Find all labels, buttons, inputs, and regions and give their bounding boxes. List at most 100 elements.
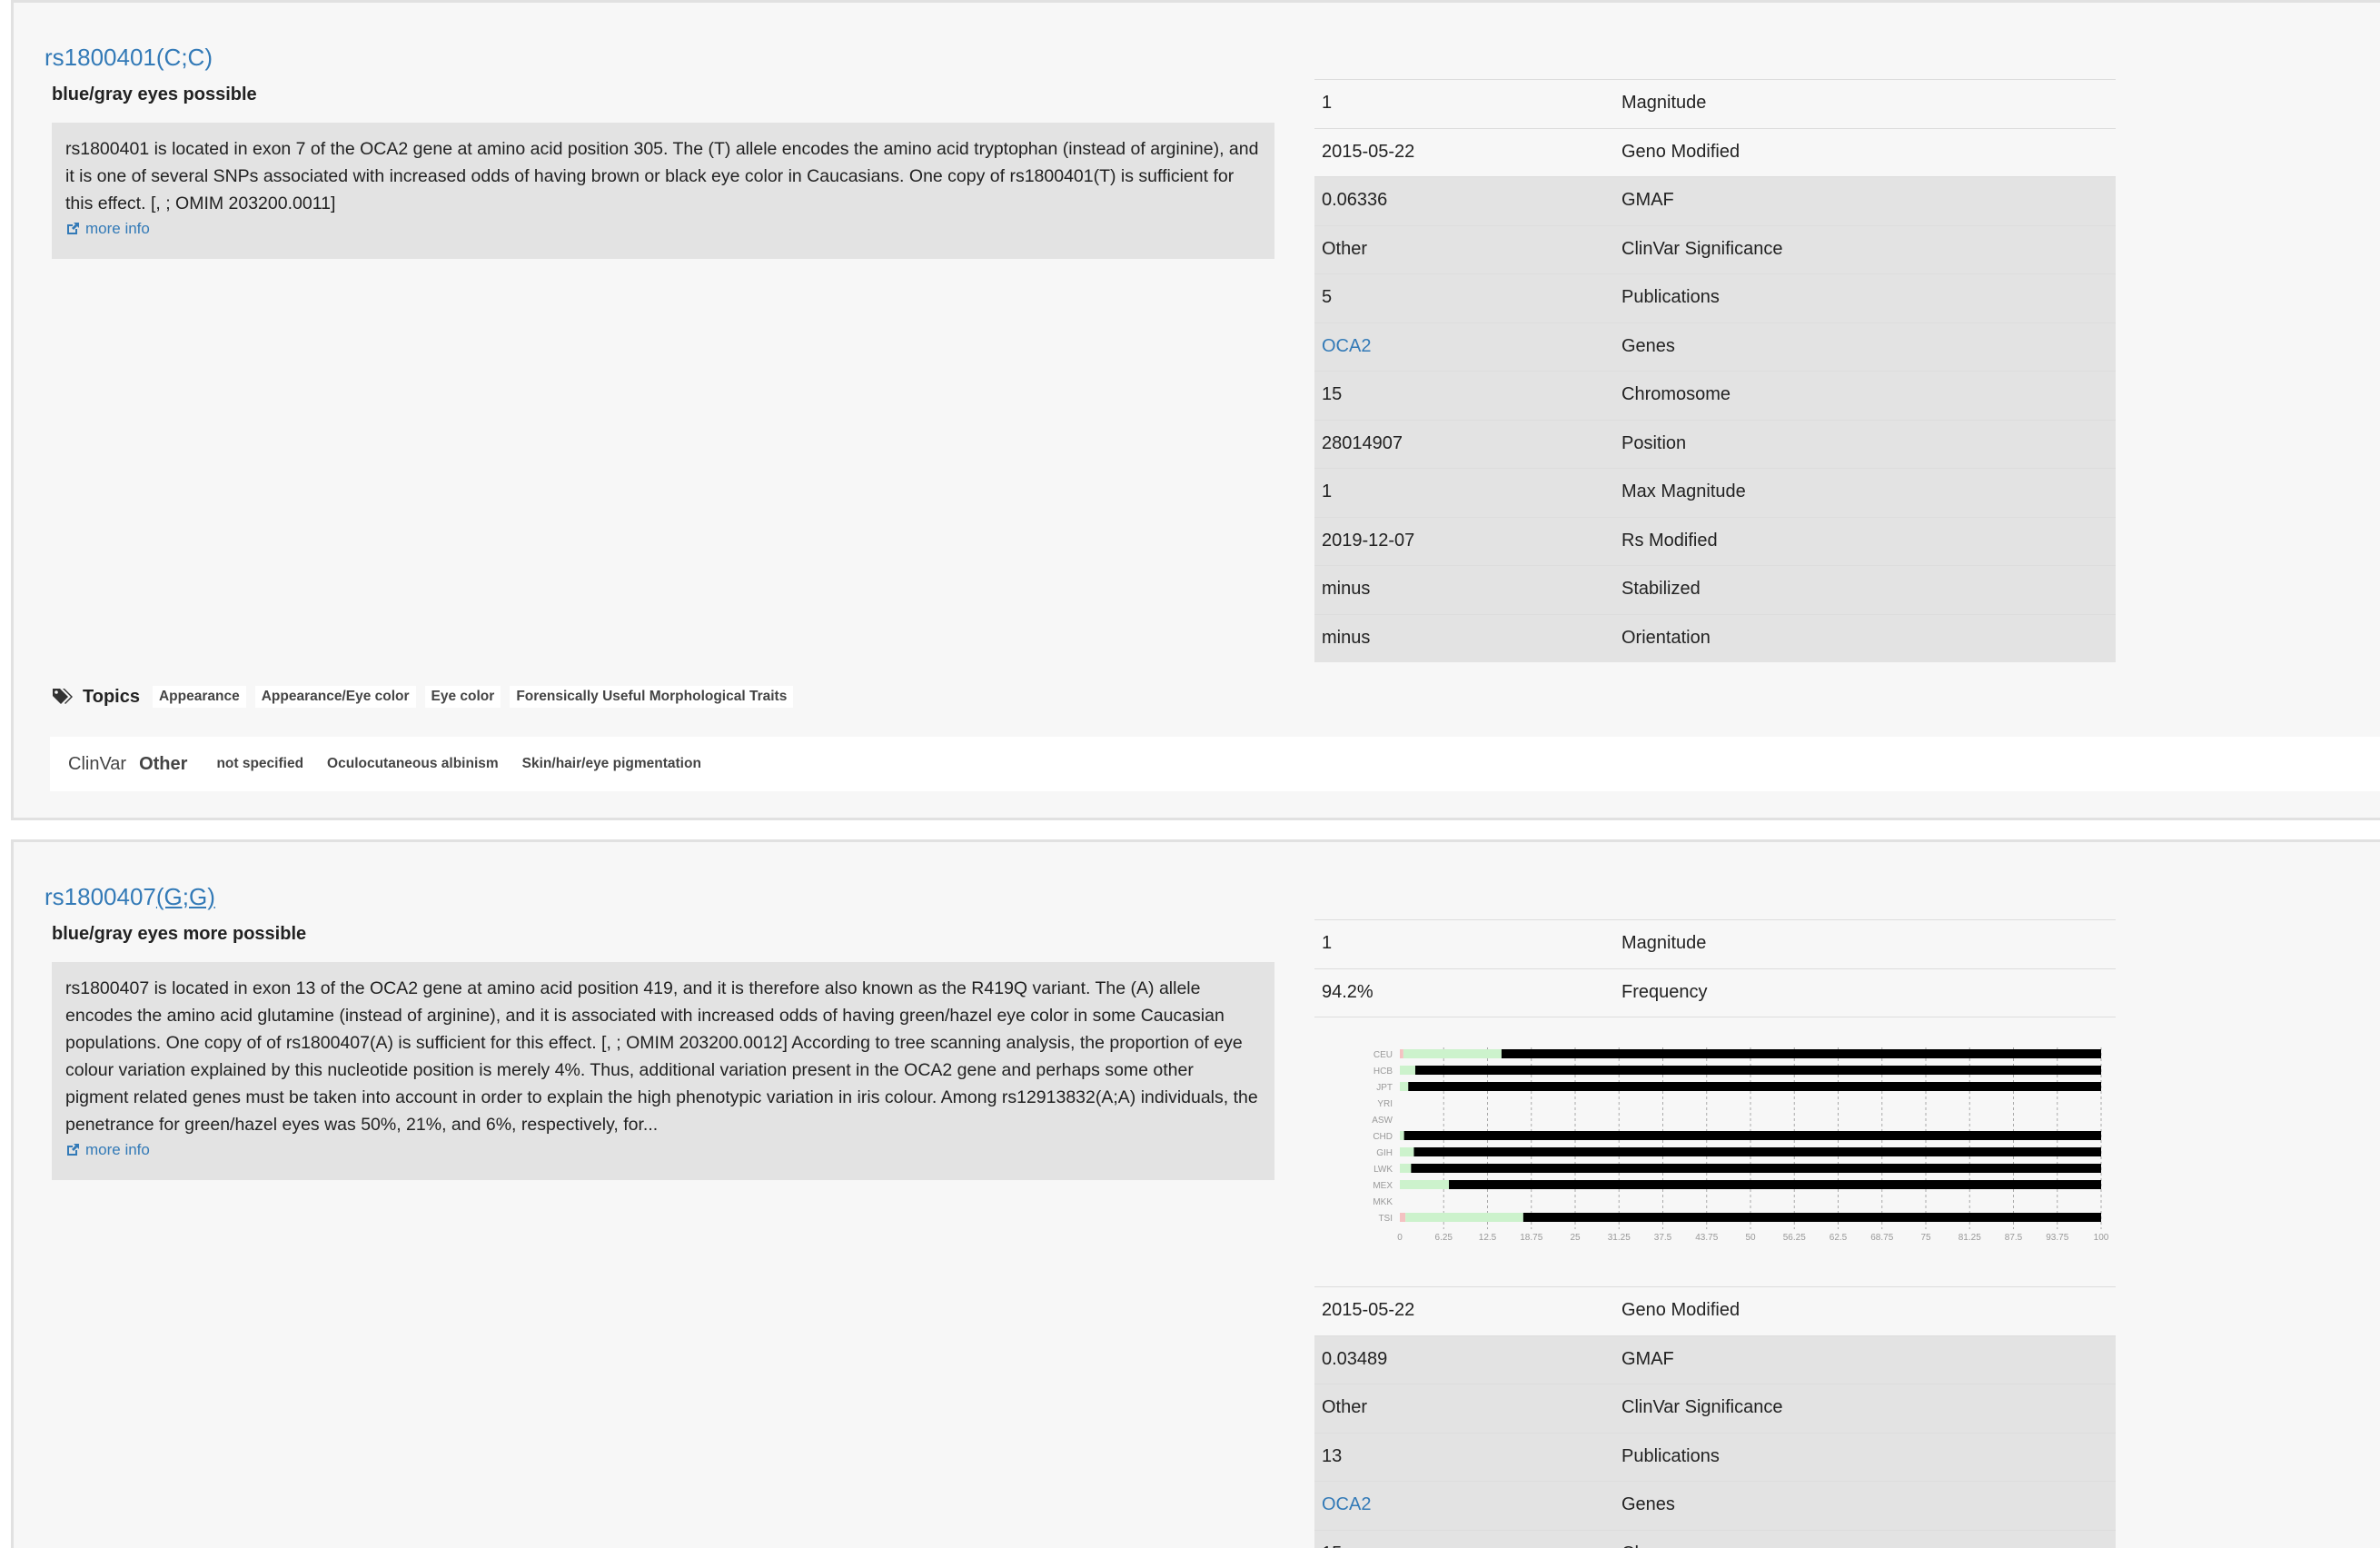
- x-tick-label: 81.25: [1959, 1233, 1981, 1243]
- x-tick-label: 93.75: [2046, 1233, 2068, 1243]
- category-label: CEU: [1373, 1050, 1393, 1060]
- more-info-link[interactable]: more info: [65, 217, 1261, 241]
- property-row: minus Orientation: [1314, 613, 2116, 662]
- property-row: 5 Publications: [1314, 273, 2116, 322]
- clinvar-significance: Other: [139, 753, 188, 774]
- x-tick-label: 56.25: [1783, 1233, 1806, 1243]
- category-label: ASW: [1372, 1116, 1393, 1126]
- x-tick-label: 87.5: [2005, 1233, 2023, 1243]
- category-label: CHD: [1373, 1132, 1393, 1142]
- category-label: TSI: [1378, 1214, 1393, 1224]
- genotype-summary: blue/gray eyes more possible: [52, 924, 307, 944]
- property-row: OCA2 Genes: [1314, 1481, 2116, 1530]
- category-label: JPT: [1376, 1083, 1393, 1093]
- external-link-icon: [67, 1144, 79, 1156]
- external-link-icon: [67, 223, 79, 234]
- bar-segment: [1400, 1082, 1409, 1091]
- more-info-link[interactable]: more info: [65, 1138, 1261, 1162]
- x-tick-label: 6.25: [1435, 1233, 1453, 1243]
- genotype-summary: blue/gray eyes possible: [52, 84, 257, 104]
- topic-tag[interactable]: Forensically Useful Morphological Traits: [510, 686, 794, 708]
- x-tick-label: 31.25: [1608, 1233, 1631, 1243]
- topic-tag[interactable]: Eye color: [424, 686, 501, 708]
- gene-link[interactable]: OCA2: [1322, 1494, 1371, 1515]
- property-row: 94.2% Frequency: [1314, 968, 2116, 1017]
- topic-tag[interactable]: Appearance: [152, 686, 246, 708]
- property-row: 2015-05-22 Geno Modified: [1314, 127, 2116, 177]
- property-row: OCA2 Genes: [1314, 322, 2116, 371]
- properties-table: 1 Magnitude 2015-05-22 Geno Modified 0.063…: [1314, 79, 2116, 662]
- x-tick-label: 12.5: [1479, 1233, 1497, 1243]
- category-label: HCB: [1373, 1067, 1393, 1077]
- x-tick-label: 62.5: [1830, 1233, 1848, 1243]
- category-label: MKK: [1373, 1197, 1393, 1207]
- x-tick-label: 100: [2094, 1233, 2109, 1243]
- bar-segment: [1413, 1147, 2101, 1156]
- property-row: 13 Publications: [1314, 1432, 2116, 1481]
- bar-segment: [1403, 1131, 2101, 1140]
- description-text: rs1800407 is located in exon 13 of the O…: [65, 978, 1258, 1135]
- bar-segment: [1405, 1213, 1523, 1222]
- property-row: 1 Magnitude: [1314, 79, 2116, 128]
- property-row: 28014907 Position: [1314, 419, 2116, 468]
- bar-segment: [1400, 1147, 1414, 1156]
- property-row: 1 Magnitude: [1314, 919, 2116, 968]
- clinvar-tag[interactable]: not specified: [211, 753, 310, 775]
- properties-table: 1 Magnitude 94.2% Frequency 0 6.25 12.5 18.75…: [1314, 919, 2116, 1548]
- bar-segment: [1400, 1213, 1406, 1222]
- property-row: 0.06336 GMAF: [1314, 176, 2116, 225]
- bar-segment: [1501, 1049, 2101, 1058]
- bar-segment: [1400, 1180, 1450, 1189]
- clinvar-tag[interactable]: Oculocutaneous albinism: [322, 753, 504, 775]
- property-row: Other ClinVar Significance: [1314, 1384, 2116, 1433]
- x-tick-label: 43.75: [1695, 1233, 1718, 1243]
- genotype-link[interactable]: (G;G): [156, 883, 215, 910]
- snp-title-link[interactable]: rs1800407(G;G): [45, 883, 215, 911]
- category-label: GIH: [1376, 1148, 1393, 1158]
- property-row: 2019-12-07 Rs Modified: [1314, 516, 2116, 565]
- bar-segment: [1400, 1049, 1403, 1058]
- x-tick-label: 50: [1745, 1233, 1756, 1243]
- category-label: MEX: [1373, 1181, 1393, 1191]
- clinvar-bar: ClinVar Other not specified Oculocutaneo…: [50, 737, 2380, 791]
- snp-card-rs1800407: rs1800407(G;G) blue/gray eyes more possi…: [11, 839, 2380, 1548]
- property-row: minus Stabilized: [1314, 565, 2116, 614]
- property-row: 1 Max Magnitude: [1314, 468, 2116, 517]
- clinvar-tag[interactable]: Skin/hair/eye pigmentation: [516, 753, 707, 775]
- property-row: 2015-05-22 Geno Modified: [1314, 1286, 2116, 1335]
- population-frequency-chart: 0 6.25 12.5 18.75 25 31.25 37.5 43.75 50 56.25 62.…: [1372, 1047, 2109, 1243]
- description-box: rs1800401 is located in exon 7 of the OC…: [52, 123, 1274, 259]
- bar-segment: [1403, 1049, 1502, 1058]
- bar-segment: [1408, 1082, 2101, 1091]
- gene-link[interactable]: OCA2: [1322, 336, 1371, 357]
- bar-segment: [1400, 1066, 1415, 1075]
- clinvar-label: ClinVar: [68, 753, 127, 774]
- bar-segment: [1411, 1164, 2101, 1173]
- frequency-chart-row: 0 6.25 12.5 18.75 25 31.25 37.5 43.75 50 56.25 62.…: [1314, 1017, 2116, 1286]
- description-box: rs1800407 is located in exon 13 of the O…: [52, 962, 1274, 1180]
- property-row: 15Chromosome: [1314, 371, 2116, 420]
- bar-segment: [1449, 1180, 2101, 1189]
- x-tick-label: 18.75: [1520, 1233, 1542, 1243]
- x-tick-label: 75: [1920, 1233, 1931, 1243]
- x-tick-label: 25: [1570, 1233, 1581, 1243]
- tags-icon: [53, 689, 73, 704]
- x-tick-label: 68.75: [1870, 1233, 1893, 1243]
- bar-segment: [1522, 1213, 2101, 1222]
- topics-label: Topics: [83, 686, 140, 707]
- topic-tag[interactable]: Appearance/Eye color: [254, 686, 416, 708]
- x-tick-label: 0: [1397, 1233, 1403, 1243]
- snp-card-rs1800401: rs1800401(C;C) blue/gray eyes possible r…: [11, 0, 2380, 820]
- category-label: YRI: [1377, 1099, 1393, 1109]
- category-label: LWK: [1373, 1165, 1393, 1175]
- bar-segment: [1400, 1164, 1412, 1173]
- snp-title-link[interactable]: rs1800401(C;C): [45, 44, 213, 72]
- description-text: rs1800401 is located in exon 7 of the OC…: [65, 139, 1259, 213]
- property-row: 15Chromosome: [1314, 1529, 2116, 1548]
- property-row: 0.03489 GMAF: [1314, 1335, 2116, 1384]
- property-row: Other ClinVar Significance: [1314, 224, 2116, 273]
- topics-bar: Topics Appearance Appearance/Eye color E…: [52, 686, 794, 708]
- x-tick-label: 37.5: [1654, 1233, 1672, 1243]
- bar-segment: [1414, 1066, 2101, 1075]
- bar-segment: [1400, 1131, 1404, 1140]
